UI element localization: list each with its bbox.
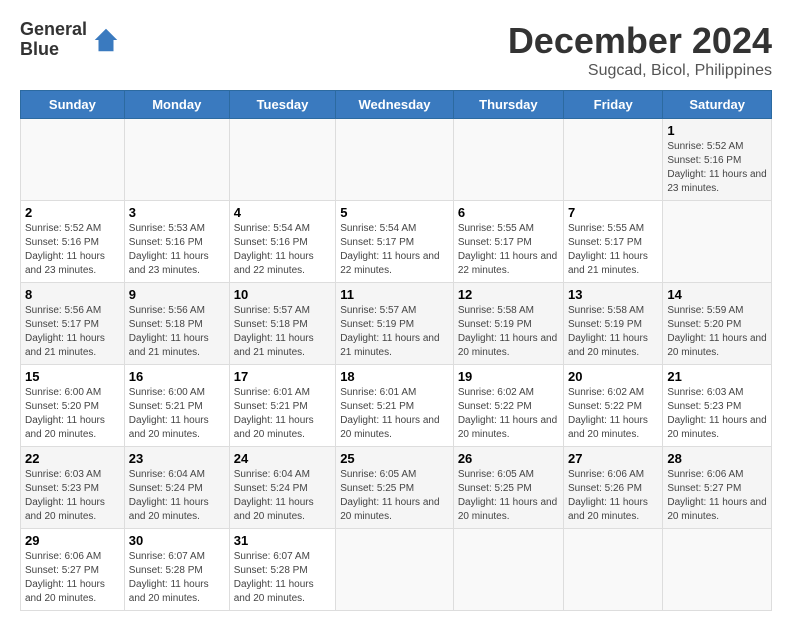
calendar-day-3: 3Sunrise: 5:53 AMSunset: 5:16 PMDaylight… — [124, 201, 229, 283]
day-header-sunday: Sunday — [21, 91, 125, 119]
week-row-3: 8Sunrise: 5:56 AMSunset: 5:17 PMDaylight… — [21, 283, 772, 365]
week-row-4: 15Sunrise: 6:00 AMSunset: 5:20 PMDayligh… — [21, 365, 772, 447]
calendar-day-26: 26Sunrise: 6:05 AMSunset: 5:25 PMDayligh… — [453, 447, 563, 529]
page-header: General Blue December 2024 Sugcad, Bicol… — [20, 20, 772, 80]
day-header-thursday: Thursday — [453, 91, 563, 119]
calendar-table: SundayMondayTuesdayWednesdayThursdayFrid… — [20, 90, 772, 611]
calendar-day-25: 25Sunrise: 6:05 AMSunset: 5:25 PMDayligh… — [336, 447, 454, 529]
week-row-1: 1Sunrise: 5:52 AMSunset: 5:16 PMDaylight… — [21, 119, 772, 201]
calendar-day-19: 19Sunrise: 6:02 AMSunset: 5:22 PMDayligh… — [453, 365, 563, 447]
calendar-day-10: 10Sunrise: 5:57 AMSunset: 5:18 PMDayligh… — [229, 283, 335, 365]
calendar-day-2: 2Sunrise: 5:52 AMSunset: 5:16 PMDaylight… — [21, 201, 125, 283]
page-title: December 2024 — [508, 20, 772, 62]
calendar-day-31: 31Sunrise: 6:07 AMSunset: 5:28 PMDayligh… — [229, 529, 335, 611]
empty-cell — [563, 529, 662, 611]
week-row-5: 22Sunrise: 6:03 AMSunset: 5:23 PMDayligh… — [21, 447, 772, 529]
logo-line2: Blue — [20, 40, 87, 60]
calendar-day-21: 21Sunrise: 6:03 AMSunset: 5:23 PMDayligh… — [663, 365, 772, 447]
empty-cell — [21, 119, 125, 201]
calendar-day-9: 9Sunrise: 5:56 AMSunset: 5:18 PMDaylight… — [124, 283, 229, 365]
calendar-day-29: 29Sunrise: 6:06 AMSunset: 5:27 PMDayligh… — [21, 529, 125, 611]
empty-cell — [336, 119, 454, 201]
calendar-day-22: 22Sunrise: 6:03 AMSunset: 5:23 PMDayligh… — [21, 447, 125, 529]
calendar-day-8: 8Sunrise: 5:56 AMSunset: 5:17 PMDaylight… — [21, 283, 125, 365]
calendar-day-7: 7Sunrise: 5:55 AMSunset: 5:17 PMDaylight… — [563, 201, 662, 283]
empty-cell — [124, 119, 229, 201]
day-header-tuesday: Tuesday — [229, 91, 335, 119]
day-header-wednesday: Wednesday — [336, 91, 454, 119]
day-header-monday: Monday — [124, 91, 229, 119]
calendar-day-6: 6Sunrise: 5:55 AMSunset: 5:17 PMDaylight… — [453, 201, 563, 283]
logo-line1: General — [20, 20, 87, 40]
page-subtitle: Sugcad, Bicol, Philippines — [508, 62, 772, 80]
empty-cell — [229, 119, 335, 201]
day-header-friday: Friday — [563, 91, 662, 119]
calendar-day-1: 1Sunrise: 5:52 AMSunset: 5:16 PMDaylight… — [663, 119, 772, 201]
title-block: December 2024 Sugcad, Bicol, Philippines — [508, 20, 772, 80]
calendar-day-13: 13Sunrise: 5:58 AMSunset: 5:19 PMDayligh… — [563, 283, 662, 365]
calendar-day-14: 14Sunrise: 5:59 AMSunset: 5:20 PMDayligh… — [663, 283, 772, 365]
calendar-day-17: 17Sunrise: 6:01 AMSunset: 5:21 PMDayligh… — [229, 365, 335, 447]
empty-cell — [453, 529, 563, 611]
empty-cell — [663, 529, 772, 611]
calendar-day-5: 5Sunrise: 5:54 AMSunset: 5:17 PMDaylight… — [336, 201, 454, 283]
logo: General Blue — [20, 20, 121, 60]
calendar-day-23: 23Sunrise: 6:04 AMSunset: 5:24 PMDayligh… — [124, 447, 229, 529]
week-row-6: 29Sunrise: 6:06 AMSunset: 5:27 PMDayligh… — [21, 529, 772, 611]
empty-cell — [453, 119, 563, 201]
logo-icon — [91, 25, 121, 55]
calendar-day-30: 30Sunrise: 6:07 AMSunset: 5:28 PMDayligh… — [124, 529, 229, 611]
empty-cell — [336, 529, 454, 611]
day-header-saturday: Saturday — [663, 91, 772, 119]
calendar-day-28: 28Sunrise: 6:06 AMSunset: 5:27 PMDayligh… — [663, 447, 772, 529]
empty-cell — [563, 119, 662, 201]
calendar-day-4: 4Sunrise: 5:54 AMSunset: 5:16 PMDaylight… — [229, 201, 335, 283]
empty-cell — [663, 201, 772, 283]
calendar-day-16: 16Sunrise: 6:00 AMSunset: 5:21 PMDayligh… — [124, 365, 229, 447]
calendar-day-11: 11Sunrise: 5:57 AMSunset: 5:19 PMDayligh… — [336, 283, 454, 365]
days-header-row: SundayMondayTuesdayWednesdayThursdayFrid… — [21, 91, 772, 119]
week-row-2: 2Sunrise: 5:52 AMSunset: 5:16 PMDaylight… — [21, 201, 772, 283]
calendar-day-18: 18Sunrise: 6:01 AMSunset: 5:21 PMDayligh… — [336, 365, 454, 447]
calendar-day-24: 24Sunrise: 6:04 AMSunset: 5:24 PMDayligh… — [229, 447, 335, 529]
calendar-day-15: 15Sunrise: 6:00 AMSunset: 5:20 PMDayligh… — [21, 365, 125, 447]
calendar-day-12: 12Sunrise: 5:58 AMSunset: 5:19 PMDayligh… — [453, 283, 563, 365]
calendar-day-27: 27Sunrise: 6:06 AMSunset: 5:26 PMDayligh… — [563, 447, 662, 529]
calendar-day-20: 20Sunrise: 6:02 AMSunset: 5:22 PMDayligh… — [563, 365, 662, 447]
